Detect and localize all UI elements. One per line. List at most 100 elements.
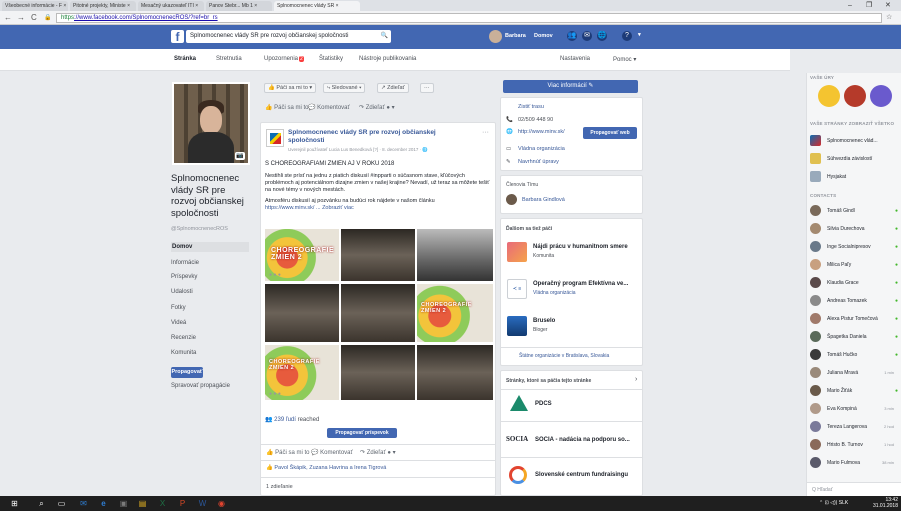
liked-page-name[interactable]: SOCIA - nadácia na podporu so...	[535, 437, 630, 443]
avatar[interactable]	[506, 194, 517, 205]
help-icon[interactable]: ?	[622, 31, 632, 41]
team-member-name[interactable]: Barbara Gindlová	[522, 197, 565, 203]
browser-tab[interactable]: Mesačný ukazovateľ ITI ×	[138, 1, 204, 11]
suggestion-type[interactable]: Vládna organizácia	[533, 290, 576, 296]
pdcs-logo[interactable]	[510, 395, 528, 411]
chat-search-input[interactable]: Q Hľadať	[807, 482, 901, 496]
star-icon[interactable]: ☆	[886, 13, 892, 23]
windows-start-icon[interactable]: ⊞	[9, 498, 20, 509]
left-nav-videos[interactable]: Videá	[171, 320, 186, 326]
left-nav-reviews[interactable]: Recenzie	[171, 335, 196, 341]
likers-line[interactable]: 👍 Pavol Škápik, Zuzana Havrina a Irena T…	[266, 465, 386, 471]
post-photo[interactable]	[341, 229, 415, 281]
system-tray[interactable]: ⌃ ⊡ ◁)) SLK	[819, 500, 848, 506]
contact-item[interactable]: Tomáš Gindl ●	[810, 205, 900, 217]
search-icon[interactable]: 🔍	[381, 30, 388, 43]
like-action[interactable]: 👍 Páči sa mi to	[265, 104, 309, 111]
contact-item[interactable]: Hristo B. Turnov 1 hod	[810, 439, 900, 451]
left-nav-photos[interactable]: Fotky	[171, 305, 186, 311]
outlook-icon[interactable]: ✉	[78, 498, 89, 509]
contact-item[interactable]: Inge Socialnipresov ●	[810, 241, 900, 253]
contact-item[interactable]: Alexa Pistur Tomečová ●	[810, 313, 900, 325]
excel-icon[interactable]: X	[157, 498, 168, 509]
contact-item[interactable]: Tomáš Hučko ●	[810, 349, 900, 361]
browser-tab[interactable]: Všeobecné informácie - F ×	[2, 1, 68, 11]
chevron-right-icon[interactable]: ›	[635, 376, 637, 383]
reload-icon[interactable]: C	[31, 13, 37, 23]
home-link[interactable]: Domov	[534, 33, 553, 39]
see-more-link[interactable]: ... Zobraziť viac	[316, 205, 354, 211]
close-icon[interactable]: ✕	[885, 0, 891, 11]
globe-icon[interactable]: 🌐	[597, 31, 607, 41]
comment-action[interactable]: 💬 Komentovať	[308, 104, 350, 111]
browser-tab-active[interactable]: Splnomocnenec vlády SR ×	[274, 1, 360, 11]
state-orgs-link[interactable]: Štátne organizácie v Bratislava, Slovaki…	[519, 353, 609, 359]
post-photo[interactable]: CHOREOGRAFIE ZMIEN 2 ● ● ●	[265, 229, 339, 281]
camera-icon[interactable]: 📷	[235, 152, 245, 160]
settings-link[interactable]: Nastavenia	[560, 56, 590, 62]
post-like-action[interactable]: 👍 Páči sa mi to	[266, 449, 310, 456]
post-photo[interactable]: CHOREOGRAFIE ZMIEN 2	[417, 284, 493, 342]
facebook-logo[interactable]: f	[171, 30, 184, 44]
socia-logo[interactable]: SOCIA	[506, 435, 528, 443]
manage-promotions-link[interactable]: Spravovať propagácie	[171, 383, 230, 389]
left-nav-events[interactable]: Udalosti	[171, 289, 193, 295]
follow-button[interactable]: ⤷ Sledované ▾	[323, 83, 366, 93]
store-icon[interactable]: ▣	[118, 498, 129, 509]
contact-item[interactable]: Andreas Tomazek ●	[810, 295, 900, 307]
post-comment-action[interactable]: 💬 Komentovať	[311, 449, 353, 456]
word-icon[interactable]: W	[197, 498, 208, 509]
game-icon[interactable]	[844, 85, 866, 107]
promote-button[interactable]: Propagovať	[171, 367, 203, 378]
website-link[interactable]: http://www.minv.sk/	[518, 129, 565, 135]
browser-tab[interactable]: Panov Stebr... Mb 1 ×	[206, 1, 272, 11]
left-nav-community[interactable]: Komunita	[171, 350, 196, 356]
page-handle[interactable]: @SplnomocnenecROS	[171, 226, 228, 232]
contact-item[interactable]: Klaudia Grace ●	[810, 277, 900, 289]
post-url[interactable]: https://www.minv.sk/	[265, 205, 314, 211]
post-photo[interactable]	[265, 284, 339, 342]
shares-count[interactable]: 1 zdieľanie	[266, 484, 293, 490]
post-photo[interactable]	[341, 345, 415, 400]
game-icon[interactable]	[818, 85, 840, 107]
fundraising-logo[interactable]	[509, 466, 527, 484]
profile-picture[interactable]: 📷	[172, 82, 250, 165]
maximize-icon[interactable]: ❐	[866, 0, 872, 11]
contact-item[interactable]: Milica Paľy ●	[810, 259, 900, 271]
tab-events[interactable]: Stretnutia	[216, 56, 242, 62]
post-photo[interactable]	[417, 345, 493, 400]
page-item[interactable]: Súhvezdia závislostí	[810, 153, 900, 165]
like-page-button[interactable]: 👍 Páči sa mi to ▾	[264, 83, 317, 93]
page-item[interactable]: Hysjakat	[810, 171, 900, 183]
post-author[interactable]: Splnomocnenec vlády SR pre rozvoj občian…	[288, 129, 474, 145]
page-avatar[interactable]	[266, 129, 284, 147]
edge-icon[interactable]: e	[98, 498, 109, 509]
suggestion-thumbnail[interactable]	[507, 316, 527, 336]
url-input[interactable]: https://www.facebook.com/SplnomocnenecRO…	[56, 13, 882, 23]
powerpoint-icon[interactable]: P	[177, 498, 188, 509]
share-action[interactable]: ↷ Zdieľať ● ▾	[359, 104, 395, 111]
reach-count[interactable]: 239 ľudí	[274, 417, 296, 423]
promote-web-button[interactable]: Propagovať web	[583, 127, 637, 139]
search-input[interactable]: Splnomocnenec vlády SR pre rozvoj občian…	[186, 30, 391, 43]
left-nav-posts[interactable]: Príspevky	[171, 274, 197, 280]
forward-arrow-icon[interactable]: →	[17, 13, 25, 23]
messages-icon[interactable]: ✉	[582, 31, 592, 41]
contact-item[interactable]: Juliana Mravá 1 min	[810, 367, 900, 379]
post-photo[interactable]	[417, 229, 493, 281]
liked-page-name[interactable]: PDCS	[535, 401, 552, 407]
explorer-icon[interactable]: ▤	[137, 498, 148, 509]
contact-item[interactable]: Silvia Durechova ●	[810, 223, 900, 235]
share-page-button[interactable]: ↗ Zdieľať	[377, 83, 409, 93]
chevron-down-icon[interactable]: ▾	[638, 32, 641, 38]
clock[interactable]: 13:42 31.01.2018	[873, 497, 898, 509]
page-item[interactable]: Splnomocnenec vlád...	[810, 135, 900, 147]
suggest-edits-link[interactable]: Navrhnúť úpravy	[518, 159, 559, 165]
minimize-icon[interactable]: –	[848, 0, 852, 11]
game-icon[interactable]	[870, 85, 892, 107]
help-menu[interactable]: Pomoc ▾	[613, 56, 636, 63]
category-link[interactable]: Vládna organizácia	[518, 146, 565, 152]
tab-page[interactable]: Stránka	[174, 56, 196, 62]
contact-item[interactable]: Mario Fulmova 38 min	[810, 457, 900, 469]
suggestion-thumbnail[interactable]: ≺ ≡	[507, 279, 527, 299]
